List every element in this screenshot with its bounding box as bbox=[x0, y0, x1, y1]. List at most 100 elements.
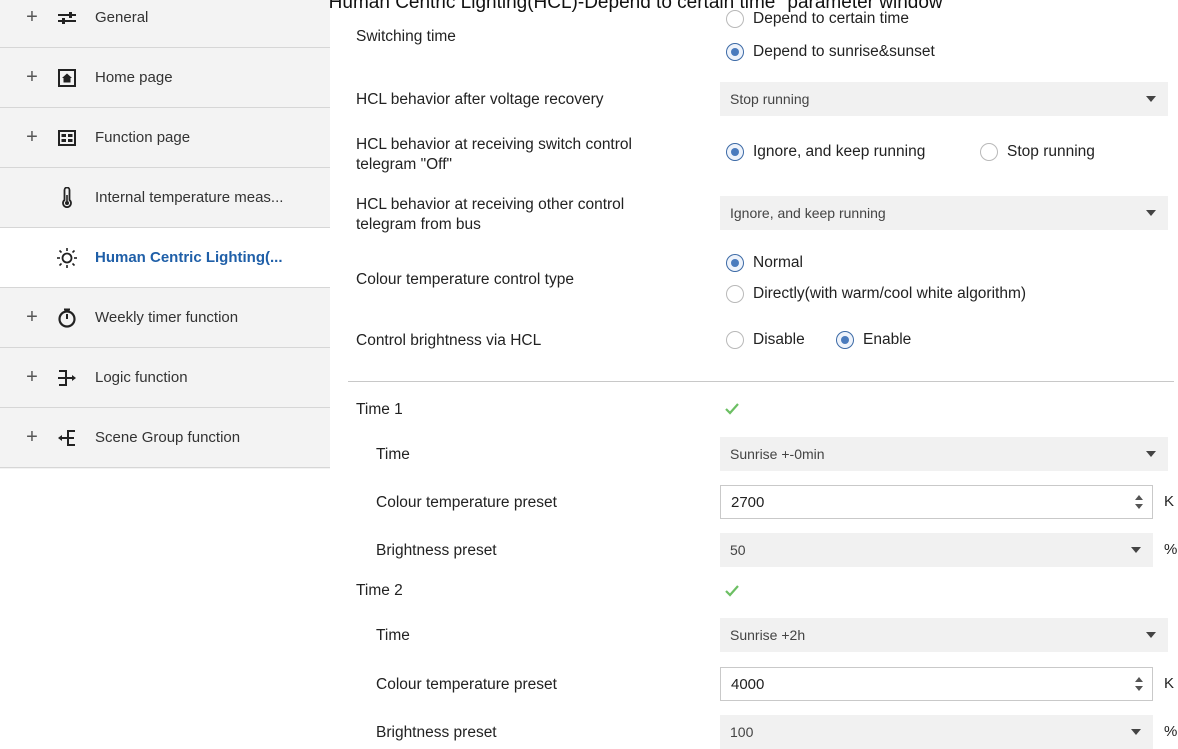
sidebar-item-label: Internal temperature meas... bbox=[95, 189, 284, 206]
time2-checkbox[interactable] bbox=[724, 584, 742, 602]
sidebar-item-label: Human Centric Lighting(... bbox=[95, 249, 283, 266]
other-control-label-line2: telegram from bus bbox=[356, 216, 481, 233]
chevron-down-icon bbox=[1131, 729, 1141, 735]
radio-button[interactable] bbox=[726, 254, 744, 272]
expand-icon[interactable]: + bbox=[26, 426, 38, 449]
sidebar-item-label: Function page bbox=[95, 129, 191, 146]
time2-ct-unit: K bbox=[1164, 675, 1175, 692]
expand-icon[interactable]: + bbox=[26, 66, 38, 89]
select-value: Ignore, and keep running bbox=[730, 205, 886, 221]
chevron-down-icon bbox=[1146, 632, 1156, 638]
radio-button[interactable] bbox=[726, 43, 744, 61]
time1-brightness-label: Brightness preset bbox=[376, 542, 497, 559]
parameter-panel: Switching time Depend to certain time De… bbox=[340, 0, 1178, 749]
sidebar-item-label: Weekly timer function bbox=[95, 309, 239, 326]
time1-ct-input[interactable]: 2700 bbox=[720, 485, 1153, 519]
sidebar-item-label: Home page bbox=[95, 69, 173, 86]
brightness-via-hcl-label: Control brightness via HCL bbox=[356, 332, 542, 349]
radio-label: Depend to certain time bbox=[753, 10, 909, 27]
time1-time-label: Time bbox=[376, 446, 410, 463]
expand-icon[interactable]: + bbox=[26, 306, 38, 329]
sidebar-item-human-centric-lighting[interactable]: Human Centric Lighting(... bbox=[0, 228, 330, 288]
expand-icon[interactable]: + bbox=[26, 366, 38, 389]
time2-brightness-label: Brightness preset bbox=[376, 724, 497, 741]
spinner-icon[interactable] bbox=[1134, 675, 1144, 693]
radio-label: Directly(with warm/cool white algorithm) bbox=[753, 285, 1027, 302]
radio-ignore-keep-running[interactable]: Ignore, and keep running bbox=[726, 143, 925, 161]
chevron-down-icon bbox=[1146, 451, 1156, 457]
radio-depend-sunrise-sunset[interactable]: Depend to sunrise&sunset bbox=[726, 43, 935, 61]
sidebar-item-home-page[interactable]: + Home page bbox=[0, 48, 330, 108]
time2-ct-input[interactable]: 4000 bbox=[720, 667, 1153, 701]
checkmark-icon bbox=[725, 585, 739, 597]
home-icon bbox=[56, 67, 78, 89]
expand-icon[interactable]: + bbox=[26, 6, 38, 29]
radio-button[interactable] bbox=[726, 10, 744, 28]
time1-time-select[interactable]: Sunrise +-0min bbox=[720, 437, 1168, 471]
radio-label: Depend to sunrise&sunset bbox=[753, 43, 935, 60]
time1-checkbox[interactable] bbox=[724, 402, 742, 420]
chevron-down-icon bbox=[1131, 547, 1141, 553]
sidebar-item-label: Logic function bbox=[95, 369, 188, 386]
spinner-icon[interactable] bbox=[1134, 493, 1144, 511]
time2-time-select[interactable]: Sunrise +2h bbox=[720, 618, 1168, 652]
time1-ct-unit: K bbox=[1164, 493, 1175, 510]
radio-label: Ignore, and keep running bbox=[753, 143, 926, 160]
chevron-down-icon bbox=[1146, 96, 1156, 102]
sidebar-item-weekly-timer[interactable]: + Weekly timer function bbox=[0, 288, 330, 348]
select-value: 50 bbox=[730, 542, 746, 558]
radio-label: Disable bbox=[753, 331, 805, 348]
section-divider bbox=[348, 381, 1174, 382]
radio-normal[interactable]: Normal bbox=[726, 254, 803, 272]
radio-depend-certain-time[interactable]: Depend to certain time bbox=[726, 10, 909, 28]
radio-directly[interactable]: Directly(with warm/cool white algorithm) bbox=[726, 285, 1026, 303]
other-control-label-line1: HCL behavior at receiving other control bbox=[356, 196, 625, 213]
sidebar-item-general[interactable]: + General bbox=[0, 0, 330, 48]
radio-button[interactable] bbox=[836, 331, 854, 349]
switch-off-label-line2: telegram "Off" bbox=[356, 156, 453, 173]
voltage-recovery-label: HCL behavior after voltage recovery bbox=[356, 91, 604, 108]
radio-label: Enable bbox=[863, 331, 912, 348]
timer-icon bbox=[56, 307, 78, 329]
scene-icon bbox=[56, 427, 78, 449]
radio-button[interactable] bbox=[726, 285, 744, 303]
sidebar-item-function-page[interactable]: + Function page bbox=[0, 108, 330, 168]
sidebar-item-logic-function[interactable]: + Logic function bbox=[0, 348, 330, 408]
time1-label: Time 1 bbox=[356, 401, 403, 418]
radio-button[interactable] bbox=[980, 143, 998, 161]
other-control-select[interactable]: Ignore, and keep running bbox=[720, 196, 1168, 230]
logic-icon bbox=[56, 367, 78, 389]
time2-ct-label: Colour temperature preset bbox=[376, 676, 557, 693]
radio-button[interactable] bbox=[726, 331, 744, 349]
radio-stop-running[interactable]: Stop running bbox=[980, 143, 1095, 161]
sidebar-item-internal-temperature[interactable]: Internal temperature meas... bbox=[0, 168, 330, 228]
radio-enable[interactable]: Enable bbox=[836, 331, 911, 349]
sliders-icon bbox=[56, 7, 78, 29]
switching-time-label: Switching time bbox=[356, 28, 456, 45]
select-value: Sunrise +-0min bbox=[730, 446, 825, 462]
chevron-down-icon bbox=[1146, 210, 1156, 216]
time2-brightness-unit: % bbox=[1164, 723, 1178, 740]
time2-time-label: Time bbox=[376, 627, 410, 644]
time1-brightness-unit: % bbox=[1164, 541, 1178, 558]
checkmark-icon bbox=[725, 403, 739, 415]
radio-label: Normal bbox=[753, 254, 803, 271]
time1-brightness-select[interactable]: 50 bbox=[720, 533, 1153, 567]
time2-brightness-select[interactable]: 100 bbox=[720, 715, 1153, 749]
sidebar: + General + Home page + Function page In… bbox=[0, 0, 330, 469]
switch-off-label-line1: HCL behavior at receiving switch control bbox=[356, 136, 632, 153]
sidebar-item-scene-group[interactable]: + Scene Group function bbox=[0, 408, 330, 468]
radio-disable[interactable]: Disable bbox=[726, 331, 805, 349]
ct-control-type-label: Colour temperature control type bbox=[356, 271, 574, 288]
time2-label: Time 2 bbox=[356, 582, 403, 599]
voltage-recovery-select[interactable]: Stop running bbox=[720, 82, 1168, 116]
sidebar-empty-area bbox=[0, 469, 330, 749]
expand-icon[interactable]: + bbox=[26, 126, 38, 149]
select-value: 100 bbox=[730, 724, 754, 740]
thermometer-icon bbox=[56, 186, 78, 209]
sidebar-item-label: Scene Group function bbox=[95, 429, 241, 446]
sidebar-item-label: General bbox=[95, 9, 149, 26]
sun-icon bbox=[56, 247, 78, 269]
input-value: 4000 bbox=[731, 675, 765, 693]
radio-button[interactable] bbox=[726, 143, 744, 161]
